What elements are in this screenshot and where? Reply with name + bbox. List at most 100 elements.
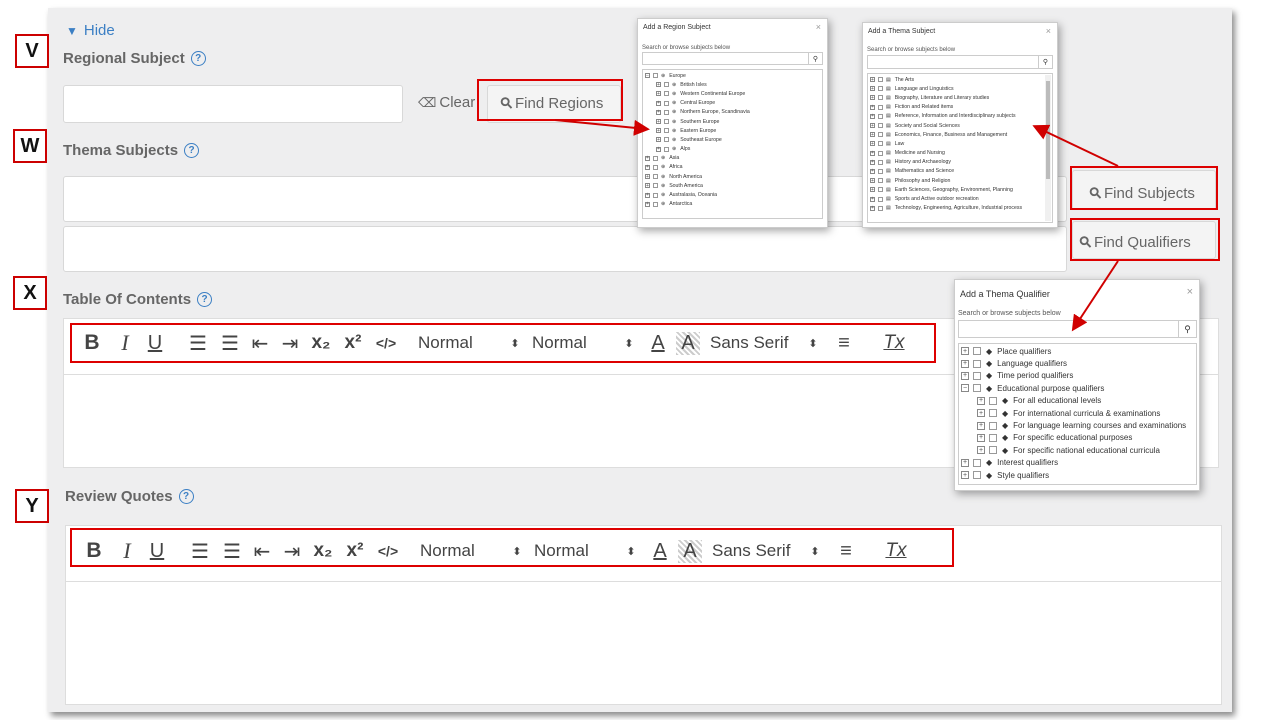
expand-icon[interactable]: +	[656, 119, 661, 125]
expand-icon[interactable]: +	[645, 155, 650, 161]
tree-checkbox[interactable]	[878, 150, 883, 156]
expand-icon[interactable]: +	[870, 187, 875, 193]
tree-checkbox[interactable]	[664, 119, 669, 125]
tree-item[interactable]: + ▤ Medicine and Nursing	[868, 149, 1052, 158]
expand-icon[interactable]: +	[656, 91, 661, 97]
expand-icon[interactable]: +	[656, 146, 661, 152]
tree-item[interactable]: + ▤ Economics, Finance, Business and Manag…	[868, 130, 1052, 139]
expand-icon[interactable]: +	[961, 371, 969, 380]
tree-checkbox[interactable]	[878, 196, 883, 202]
collapse-icon[interactable]: −	[961, 384, 969, 393]
collapse-icon[interactable]: −	[645, 73, 650, 79]
expand-icon[interactable]: +	[645, 174, 650, 180]
expand-icon[interactable]: +	[961, 347, 969, 356]
tree-checkbox[interactable]	[878, 141, 883, 147]
expand-icon[interactable]: +	[656, 128, 661, 134]
expand-icon[interactable]: +	[961, 359, 969, 368]
expand-icon[interactable]: +	[870, 86, 875, 92]
hide-toggle[interactable]: ▼ Hide	[66, 22, 115, 39]
tree-item[interactable]: + ◆ For specific national educational curr…	[959, 444, 1196, 456]
search-icon[interactable]: ⚲	[1178, 321, 1196, 337]
tree-checkbox[interactable]	[653, 183, 658, 189]
tree-checkbox[interactable]	[653, 164, 658, 170]
search-input[interactable]: ⚲	[958, 320, 1197, 338]
search-input[interactable]: ⚲	[642, 52, 823, 65]
expand-icon[interactable]: +	[870, 123, 875, 129]
tree-item[interactable]: + ⊕ Alps	[643, 145, 822, 154]
tree-checkbox[interactable]	[989, 433, 997, 442]
expand-icon[interactable]: +	[645, 192, 650, 198]
expand-icon[interactable]: +	[870, 168, 875, 174]
tree-checkbox[interactable]	[973, 384, 981, 393]
tree-item[interactable]: + ▤ Philosophy and Religion	[868, 176, 1052, 185]
tree-checkbox[interactable]	[878, 77, 883, 83]
tree-item[interactable]: + ◆ Place qualifiers	[959, 345, 1196, 357]
tree-item[interactable]: + ⊕ Asia	[643, 154, 822, 163]
tree-checkbox[interactable]	[653, 192, 658, 198]
tree-item[interactable]: + ▤ Fiction and Related items	[868, 103, 1052, 112]
tree-item[interactable]: + ▤ Biography, Literature and Literary stu…	[868, 93, 1052, 102]
tree-item[interactable]: + ▤ Language and Linguistics	[868, 84, 1052, 93]
expand-icon[interactable]: +	[870, 104, 875, 110]
expand-icon[interactable]: +	[656, 100, 661, 106]
tree-checkbox[interactable]	[878, 159, 883, 165]
tree-checkbox[interactable]	[973, 347, 981, 356]
tree-checkbox[interactable]	[989, 409, 997, 418]
search-icon[interactable]: ⚲	[1038, 56, 1052, 68]
tree-item[interactable]: + ⊕ Antarctica	[643, 200, 822, 209]
expand-icon[interactable]: +	[645, 201, 650, 207]
tree-checkbox[interactable]	[989, 396, 997, 405]
tree-checkbox[interactable]	[878, 113, 883, 119]
tree-checkbox[interactable]	[878, 123, 883, 129]
expand-icon[interactable]: +	[870, 95, 875, 101]
expand-icon[interactable]: +	[870, 113, 875, 119]
tree-item[interactable]: + ▤ Society and Social Sciences	[868, 121, 1052, 130]
regional-subject-input[interactable]	[63, 85, 403, 123]
tree-item[interactable]: + ⊕ Northern Europe, Scandinavia	[643, 108, 822, 117]
tree-checkbox[interactable]	[989, 446, 997, 455]
review-quotes-editor-content[interactable]	[66, 582, 1221, 704]
tree-scrollbar[interactable]	[1045, 75, 1051, 221]
help-icon[interactable]: ?	[197, 292, 213, 307]
tree-item[interactable]: + ▤ Reference, Information and Interdiscip…	[868, 112, 1052, 121]
tree-checkbox[interactable]	[653, 73, 658, 79]
tree-item[interactable]: + ◆ Interest qualifiers	[959, 457, 1196, 469]
tree-checkbox[interactable]	[664, 100, 669, 106]
expand-icon[interactable]: +	[977, 433, 985, 442]
tree-item[interactable]: + ▤ History and Archaeology	[868, 158, 1052, 167]
tree-item[interactable]: + ▤ Earth Sciences, Geography, Environment…	[868, 185, 1052, 194]
tree-checkbox[interactable]	[664, 82, 669, 88]
tree-item[interactable]: + ⊕ Western Continental Europe	[643, 89, 822, 98]
expand-icon[interactable]: +	[961, 458, 969, 467]
tree-item[interactable]: + ⊕ British Isles	[643, 80, 822, 89]
tree-item[interactable]: + ⊕ Africa	[643, 163, 822, 172]
expand-icon[interactable]: +	[870, 205, 875, 211]
tree-checkbox[interactable]	[973, 458, 981, 467]
tree-checkbox[interactable]	[878, 168, 883, 174]
expand-icon[interactable]: +	[961, 471, 969, 480]
tree-item[interactable]: − ◆ Educational purpose qualifiers	[959, 382, 1196, 394]
tree-item[interactable]: + ⊕ Southern Europe	[643, 117, 822, 126]
tree-checkbox[interactable]	[878, 132, 883, 138]
expand-icon[interactable]: +	[977, 409, 985, 418]
tree-checkbox[interactable]	[878, 187, 883, 193]
tree-checkbox[interactable]	[878, 205, 883, 211]
tree-checkbox[interactable]	[664, 137, 669, 143]
expand-icon[interactable]: +	[645, 164, 650, 170]
tree-item[interactable]: + ◆ For language learning courses and exam…	[959, 419, 1196, 431]
expand-icon[interactable]: +	[977, 421, 985, 430]
tree-checkbox[interactable]	[664, 146, 669, 152]
tree-item[interactable]: + ◆ For all educational levels	[959, 395, 1196, 407]
expand-icon[interactable]: +	[870, 141, 875, 147]
tree-item[interactable]: + ◆ Language qualifiers	[959, 357, 1196, 369]
tree-checkbox[interactable]	[878, 104, 883, 110]
tree-item[interactable]: + ▤ The Arts	[868, 75, 1052, 84]
tree-item[interactable]: + ⊕ North America	[643, 172, 822, 181]
close-icon[interactable]: ×	[1046, 26, 1051, 36]
tree-checkbox[interactable]	[878, 86, 883, 92]
tree-checkbox[interactable]	[653, 201, 658, 207]
tree-item[interactable]: − ⊕ Europe	[643, 71, 822, 80]
help-icon[interactable]: ?	[178, 489, 194, 504]
search-input[interactable]: ⚲	[867, 55, 1053, 69]
close-icon[interactable]: ×	[816, 22, 821, 32]
